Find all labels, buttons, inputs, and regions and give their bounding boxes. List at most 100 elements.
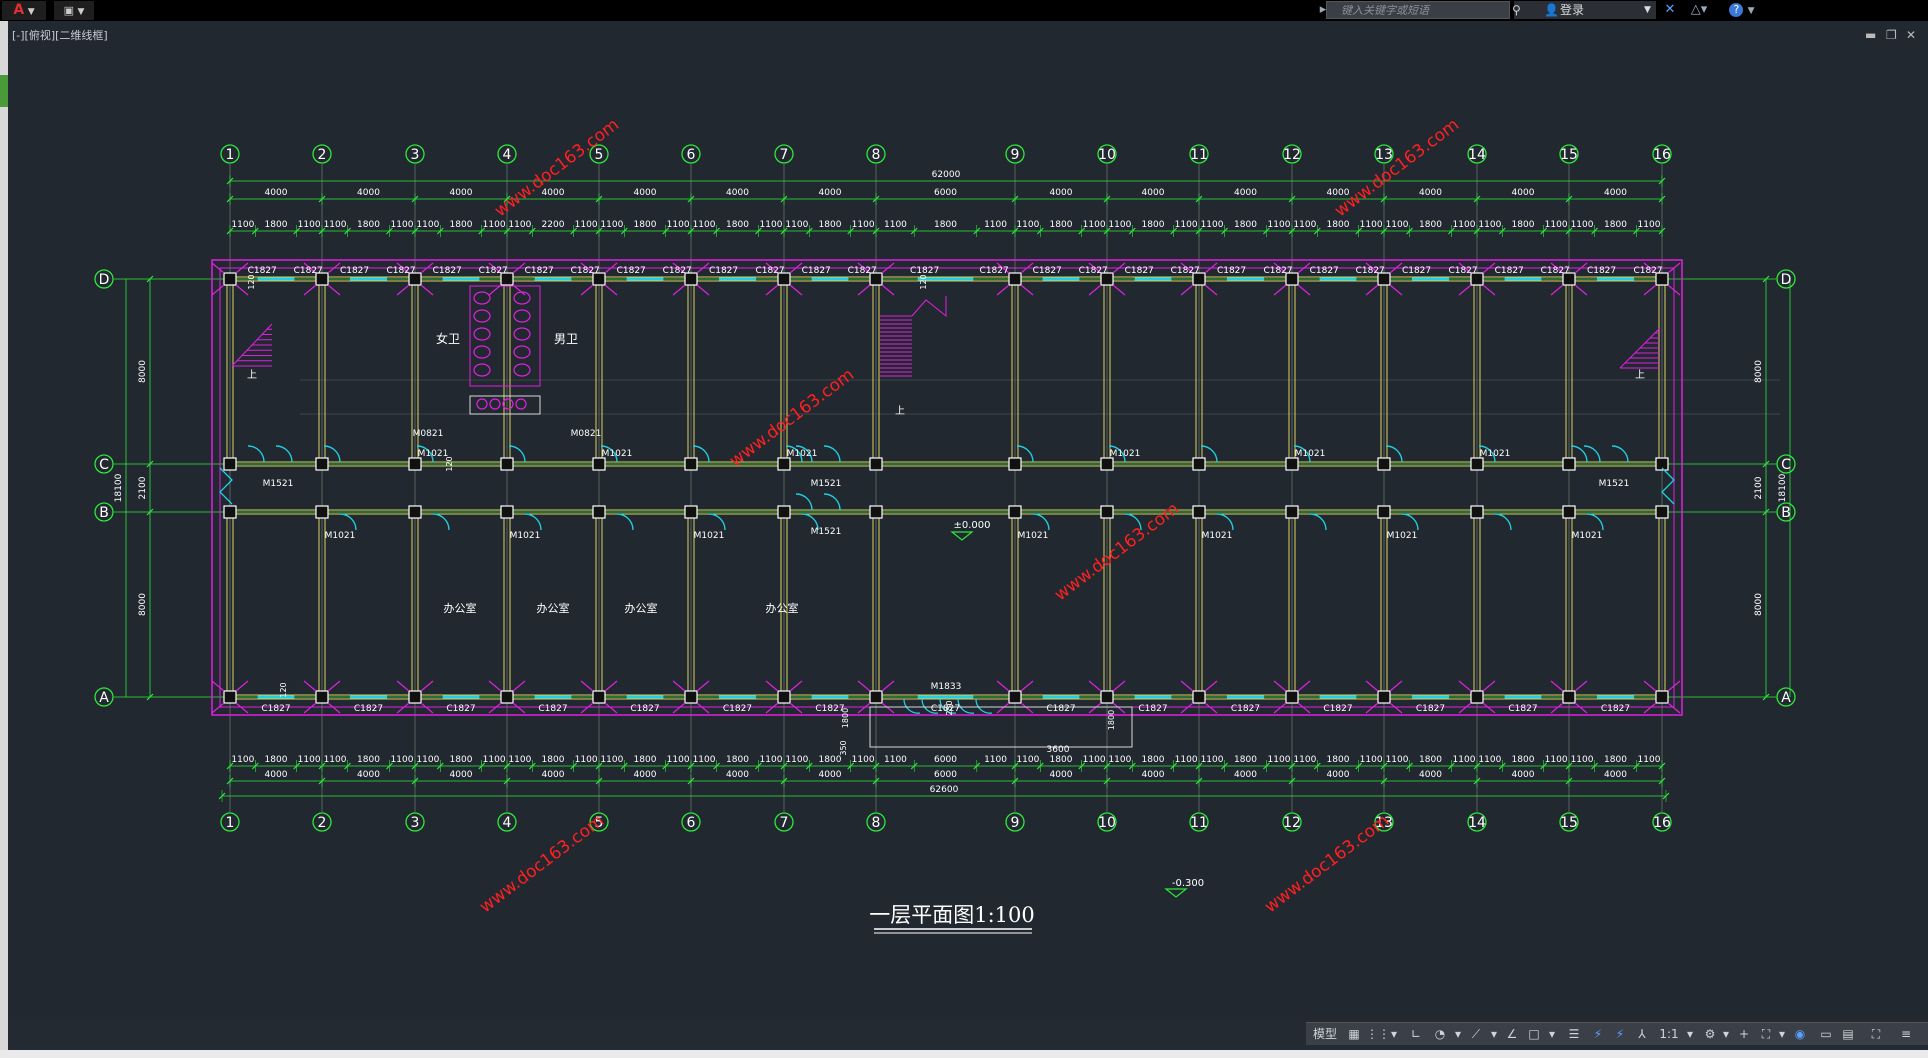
window-label: C1827 (1125, 266, 1154, 276)
dim-label: 18100 (1778, 473, 1788, 502)
elevation-marker (1164, 888, 1188, 898)
chevron-down-icon[interactable]: ▾ (1388, 1023, 1400, 1045)
hardware-accel-icon[interactable]: ◉ (1790, 1023, 1810, 1045)
dim-label: 1100 (1175, 220, 1198, 230)
chevron-down-icon[interactable]: ▾ (1546, 1023, 1558, 1045)
column (777, 457, 791, 471)
window-label: C1827 (571, 266, 600, 276)
clean-screen-icon[interactable]: ▭ (1816, 1023, 1836, 1045)
snap-icon[interactable]: ⋮⋮ (1366, 1023, 1390, 1045)
room-label-office: 办公室 (766, 601, 799, 615)
dim-label: 4000 (1419, 770, 1442, 780)
grid-icon[interactable]: ▦ (1344, 1023, 1364, 1045)
column (1562, 457, 1576, 471)
axis-label: B (1781, 505, 1791, 521)
watermark-text: www.doc163.com (1331, 115, 1463, 221)
dim-label: 1100 (1360, 755, 1383, 765)
axis-label: 12 (1283, 147, 1301, 163)
toilet-fixture (473, 291, 491, 305)
chevron-down-icon[interactable]: ▾ (1452, 1023, 1464, 1045)
dim-label: 6000 (934, 755, 957, 765)
customize-menu-icon[interactable]: ≡ (1896, 1023, 1916, 1045)
dim-label: 1100 (391, 755, 414, 765)
chevron-down-icon[interactable]: ▾ (1488, 1023, 1500, 1045)
dim-label: 1800 (1419, 220, 1442, 230)
column (1377, 505, 1391, 519)
door-label: M1021 (1387, 531, 1418, 541)
dim-label: 4000 (1604, 188, 1627, 198)
window-label: C1827 (1541, 266, 1570, 276)
axis-label: D (99, 272, 110, 288)
column (315, 505, 329, 519)
axis-label: 12 (1283, 815, 1301, 831)
dim-label: 1800 (357, 755, 380, 765)
ortho-icon[interactable]: ∟ (1406, 1023, 1426, 1045)
dim-label: 6000 (934, 188, 957, 198)
window-label: C1827 (1601, 704, 1630, 714)
dim-label: 1100 (298, 755, 321, 765)
axis-label: C (99, 457, 109, 473)
window-label: C1827 (1416, 704, 1445, 714)
column (1100, 457, 1114, 471)
column (1285, 457, 1299, 471)
scale-dropdown[interactable]: 1:1 (1654, 1023, 1684, 1045)
dim-label: 8000 (138, 360, 148, 383)
dim-label: 1100 (1083, 220, 1106, 230)
chevron-down-icon[interactable]: ▾ (1776, 1023, 1788, 1045)
window-label: C1827 (1217, 266, 1246, 276)
dim-label: 1100 (1638, 220, 1661, 230)
window-label: C1827 (479, 266, 508, 276)
dim-label: 1800 (1050, 755, 1073, 765)
dim-label: 1800 (1234, 220, 1257, 230)
building-outline (211, 259, 1683, 716)
dim-label: 1100 (852, 755, 875, 765)
dim-label: 1800 (634, 755, 657, 765)
dim-label: 1800 (1604, 220, 1627, 230)
window-label: C1827 (433, 266, 462, 276)
dim-label: 1800 (265, 220, 288, 230)
workspace-gear-icon[interactable]: ⚙ (1700, 1023, 1720, 1045)
door-swing (275, 445, 293, 463)
annotation-scale-icon[interactable]: ⅄ (1632, 1023, 1652, 1045)
auto-scale-icon[interactable]: ⚡ (1610, 1023, 1630, 1045)
door-label: M1021 (1018, 531, 1049, 541)
object-snap-icon[interactable]: □ (1524, 1023, 1544, 1045)
toilet-fixture (513, 345, 531, 359)
column (223, 457, 237, 471)
dim-label: 1100 (1016, 220, 1039, 230)
osnap-tracking-icon[interactable]: ∠ (1502, 1023, 1522, 1045)
axis-label: 6 (687, 147, 696, 163)
dim-label: 1800 (934, 220, 957, 230)
annotation-visibility-icon[interactable]: ⚡ (1588, 1023, 1608, 1045)
window-label: C1827 (617, 266, 646, 276)
toilet-fixture (513, 309, 531, 323)
dim-label: 1800 (1512, 220, 1535, 230)
model-tab[interactable]: 模型 (1308, 1023, 1342, 1045)
dim-label: 1800 (726, 755, 749, 765)
dim-label: 1100 (1360, 220, 1383, 230)
window-label: C1827 (1448, 266, 1477, 276)
axis-label: 1 (226, 147, 235, 163)
door-label: M1521 (1599, 479, 1630, 489)
polar-icon[interactable]: ◔ (1430, 1023, 1450, 1045)
door-swing (1494, 513, 1512, 531)
isolate-objects-icon[interactable]: ⛶ (1756, 1023, 1776, 1045)
dim-label: 4000 (1234, 770, 1257, 780)
column (1008, 690, 1022, 704)
dim-label: 1100 (416, 755, 439, 765)
plus-icon[interactable]: + (1734, 1023, 1754, 1045)
column (1655, 690, 1669, 704)
axis-label: 14 (1468, 147, 1486, 163)
column (869, 457, 883, 471)
quick-properties-icon[interactable]: ▤ (1838, 1023, 1858, 1045)
chevron-down-icon[interactable]: ▾ (1720, 1023, 1732, 1045)
column (1470, 690, 1484, 704)
chevron-down-icon[interactable]: ▾ (1684, 1023, 1696, 1045)
dim-label: 8000 (138, 593, 148, 616)
dim-label: 1800 (1419, 755, 1442, 765)
lineweight-icon[interactable]: ☰ (1564, 1023, 1584, 1045)
dim-label: 1100 (1016, 755, 1039, 765)
isodraft-icon[interactable]: ⟋ (1466, 1023, 1486, 1045)
fullscreen-icon[interactable]: ⛶ (1866, 1023, 1886, 1045)
door-label: M1021 (1202, 531, 1233, 541)
